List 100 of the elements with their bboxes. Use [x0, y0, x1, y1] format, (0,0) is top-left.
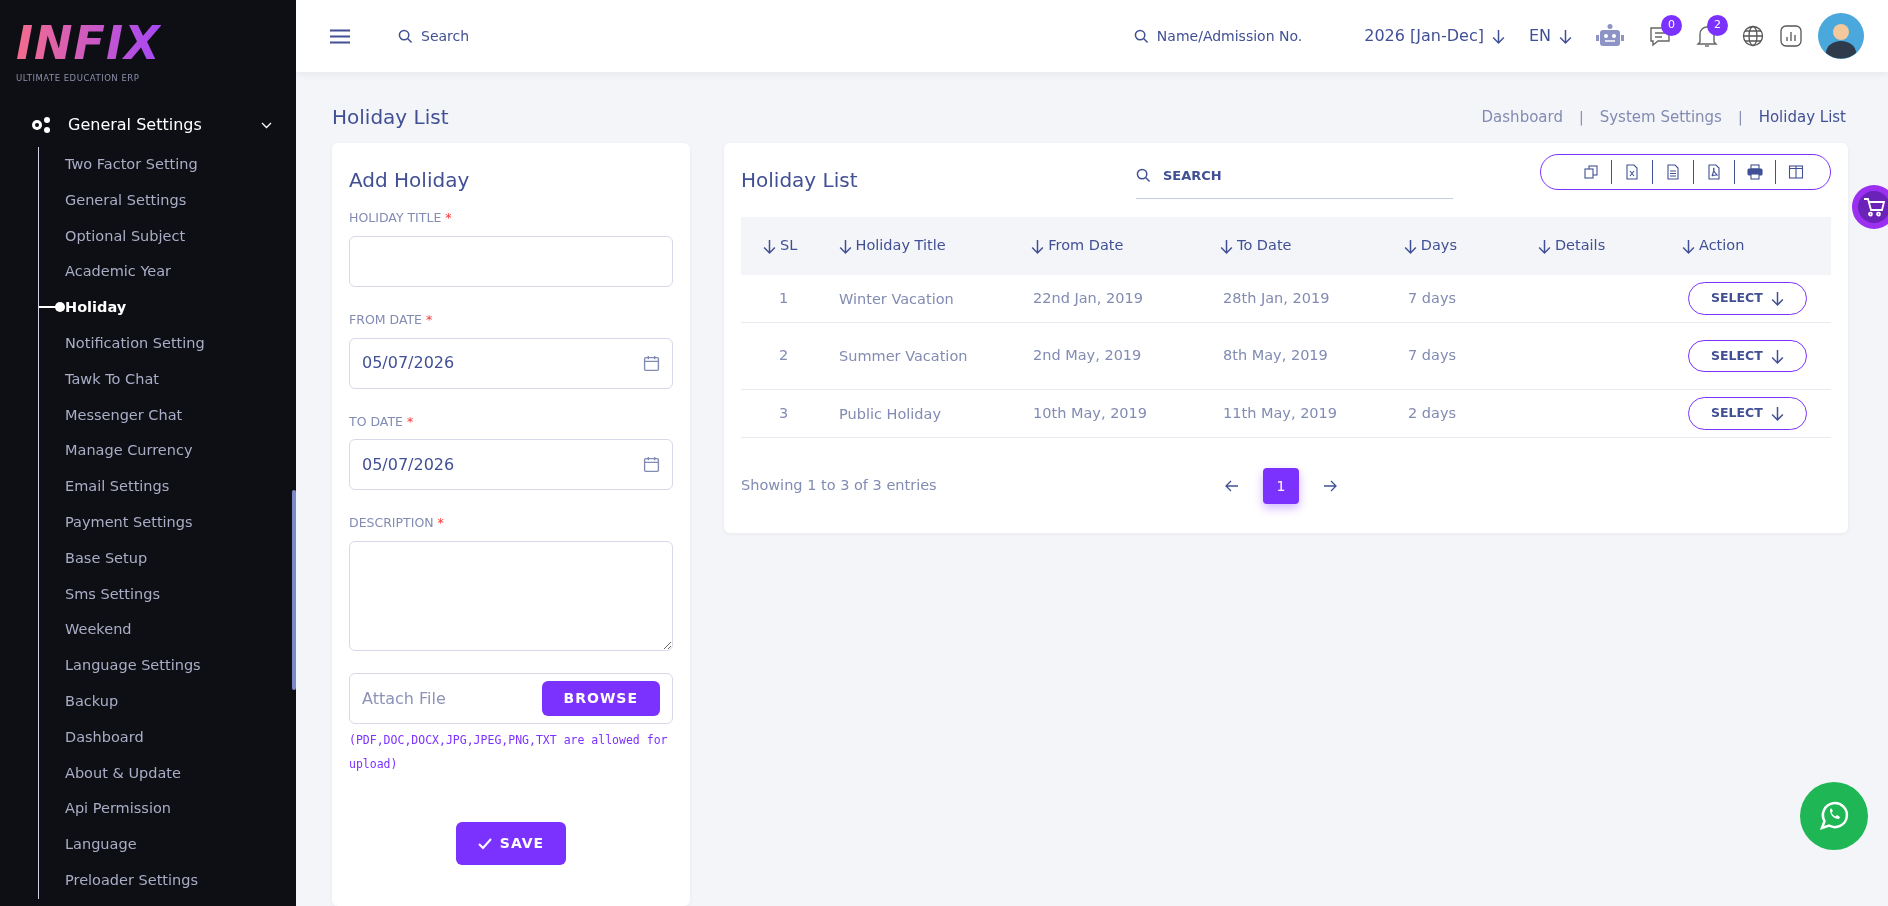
field-label: TO DATE [349, 412, 403, 431]
copy-icon [1583, 164, 1599, 180]
sidebar-item[interactable]: Academic Year [39, 254, 296, 291]
globe-icon[interactable] [1742, 25, 1764, 47]
table-search-field[interactable]: SEARCH [1163, 165, 1222, 186]
file-upload-field[interactable]: Attach File BROWSE [349, 673, 673, 724]
sidebar-item[interactable]: Notification Setting [39, 326, 296, 362]
required-mark: * [406, 412, 414, 431]
table-cell: 7 days [1408, 289, 1457, 306]
date-field[interactable]: 05/07/2026 [349, 439, 673, 491]
table-title: Holiday List [741, 167, 859, 194]
upload-hint: (PDF,DOC,DOCX,JPG,JPEG,PNG,TXT are allowed for upload) [349, 732, 669, 774]
sidebar-item[interactable]: Base Setup [39, 540, 296, 577]
breadcrumb-separator: | [1737, 107, 1743, 128]
print-icon [1747, 164, 1763, 180]
table-cell: 10th May, 2019 [1033, 404, 1148, 421]
next-page-icon[interactable] [1323, 480, 1337, 492]
sidebar-item[interactable]: Dashboard [39, 719, 296, 756]
arrow-down-icon [1770, 291, 1784, 306]
sidebar-item[interactable]: Language Settings [39, 648, 296, 684]
page-title: Holiday List [332, 104, 449, 131]
sidebar-group[interactable]: General Settings [68, 113, 261, 137]
table-cell: 7 days [1408, 347, 1457, 364]
column-header[interactable]: Action [1699, 235, 1745, 257]
table-cell: 3 [779, 404, 789, 421]
sort-arrow-icon [838, 238, 852, 254]
sidebar-item[interactable]: Language [39, 827, 296, 863]
search-icon [1136, 168, 1151, 183]
page-button[interactable]: 1 [1263, 468, 1299, 504]
arrow-down-icon [1491, 28, 1505, 44]
csv-file-icon [1665, 164, 1681, 180]
column-header[interactable]: Details [1554, 235, 1606, 257]
pdf-file-icon [1706, 164, 1722, 180]
select-dropdown-button[interactable]: SELECT [1688, 339, 1807, 373]
table-cell: 11th May, 2019 [1223, 404, 1338, 421]
sort-arrow-icon [1031, 238, 1045, 254]
required-mark: * [437, 514, 444, 533]
select-dropdown-button[interactable]: SELECT [1688, 397, 1807, 430]
sidebar-item[interactable]: Holiday [39, 290, 296, 326]
field-label: FROM DATE [349, 310, 422, 329]
sort-arrow-icon [763, 238, 776, 254]
select-dropdown-button[interactable]: SELECT [1688, 282, 1807, 315]
save-button[interactable]: SAVE [455, 822, 567, 866]
excel-file-icon [1624, 164, 1640, 180]
arrow-down-icon [1770, 406, 1784, 421]
previous-page-icon[interactable] [1225, 480, 1239, 492]
sidebar-item[interactable]: Payment Settings [39, 504, 296, 541]
chart-icon[interactable] [1780, 25, 1802, 47]
avatar[interactable] [1818, 13, 1864, 59]
sidebar-item[interactable]: About & Update [39, 755, 296, 792]
sidebar-item[interactable]: Preloader Settings [39, 862, 296, 899]
sidebar-item[interactable]: General Settings [39, 182, 296, 219]
table-cell: 8th May, 2019 [1223, 347, 1328, 364]
table-cell: 1 [779, 289, 789, 306]
sidebar-item[interactable]: Backup [39, 683, 296, 720]
column-header[interactable]: To Date [1237, 235, 1292, 257]
session-dropdown[interactable]: 2026 [Jan-Dec] [1364, 24, 1484, 48]
sidebar-item[interactable]: Messenger Chat [39, 397, 296, 434]
sidebar-item[interactable]: Optional Subject [39, 218, 296, 255]
sidebar-item[interactable]: Manage Currency [39, 433, 296, 470]
table-cell: 22nd Jan, 2019 [1033, 289, 1143, 306]
sort-arrow-icon [1403, 238, 1417, 254]
cart-button[interactable] [1852, 185, 1888, 229]
browse-button[interactable]: BROWSE [541, 681, 660, 716]
menu-icon[interactable] [330, 28, 350, 44]
column-header[interactable]: SL [780, 235, 798, 257]
column-header[interactable]: Holiday Title [855, 235, 946, 257]
calendar-icon[interactable] [643, 456, 660, 474]
sidebar-item[interactable]: Weekend [39, 612, 296, 649]
student-search-field[interactable]: Name/Admission No. [1156, 25, 1303, 47]
column-header[interactable]: From Date [1048, 235, 1124, 257]
gears-icon [30, 116, 52, 134]
sidebar-item[interactable]: Tawk To Chat [39, 361, 296, 398]
table-cell: 28th Jan, 2019 [1223, 289, 1330, 306]
robot-icon[interactable] [1596, 24, 1624, 48]
breadcrumb-separator: | [1578, 107, 1584, 128]
entries-info: Showing 1 to 3 of 3 entries [741, 476, 938, 496]
sidebar-item[interactable]: Sms Settings [39, 576, 296, 613]
column-header[interactable]: Days [1420, 235, 1457, 257]
table-cell: Public Holiday [839, 405, 942, 422]
notification-count-badge: 2 [1707, 15, 1728, 36]
table-cell: 2 days [1408, 404, 1457, 421]
checkmark-icon [477, 838, 492, 851]
breadcrumb-link[interactable]: Holiday List [1758, 105, 1846, 129]
whatsapp-button[interactable] [1800, 782, 1868, 850]
sidebar-item[interactable]: Email Settings [39, 469, 296, 505]
sidebar-item[interactable]: Two Factor Setting [39, 147, 296, 183]
sort-arrow-icon [1220, 238, 1233, 254]
textarea-field[interactable] [349, 541, 673, 651]
field-label: DESCRIPTION [349, 514, 434, 533]
table-cell: Summer Vacation [839, 348, 968, 364]
input-field[interactable] [349, 235, 673, 287]
language-dropdown[interactable]: EN [1528, 24, 1551, 48]
logo-tagline: ULTIMATE EDUCATION ERP [16, 73, 140, 83]
arrow-down-icon [1770, 348, 1784, 364]
calendar-icon[interactable] [643, 354, 660, 372]
search-field[interactable]: Search [421, 25, 470, 47]
search-icon [398, 28, 413, 44]
sidebar-item[interactable]: Api Permission [39, 791, 296, 828]
date-field[interactable]: 05/07/2026 [349, 337, 673, 389]
